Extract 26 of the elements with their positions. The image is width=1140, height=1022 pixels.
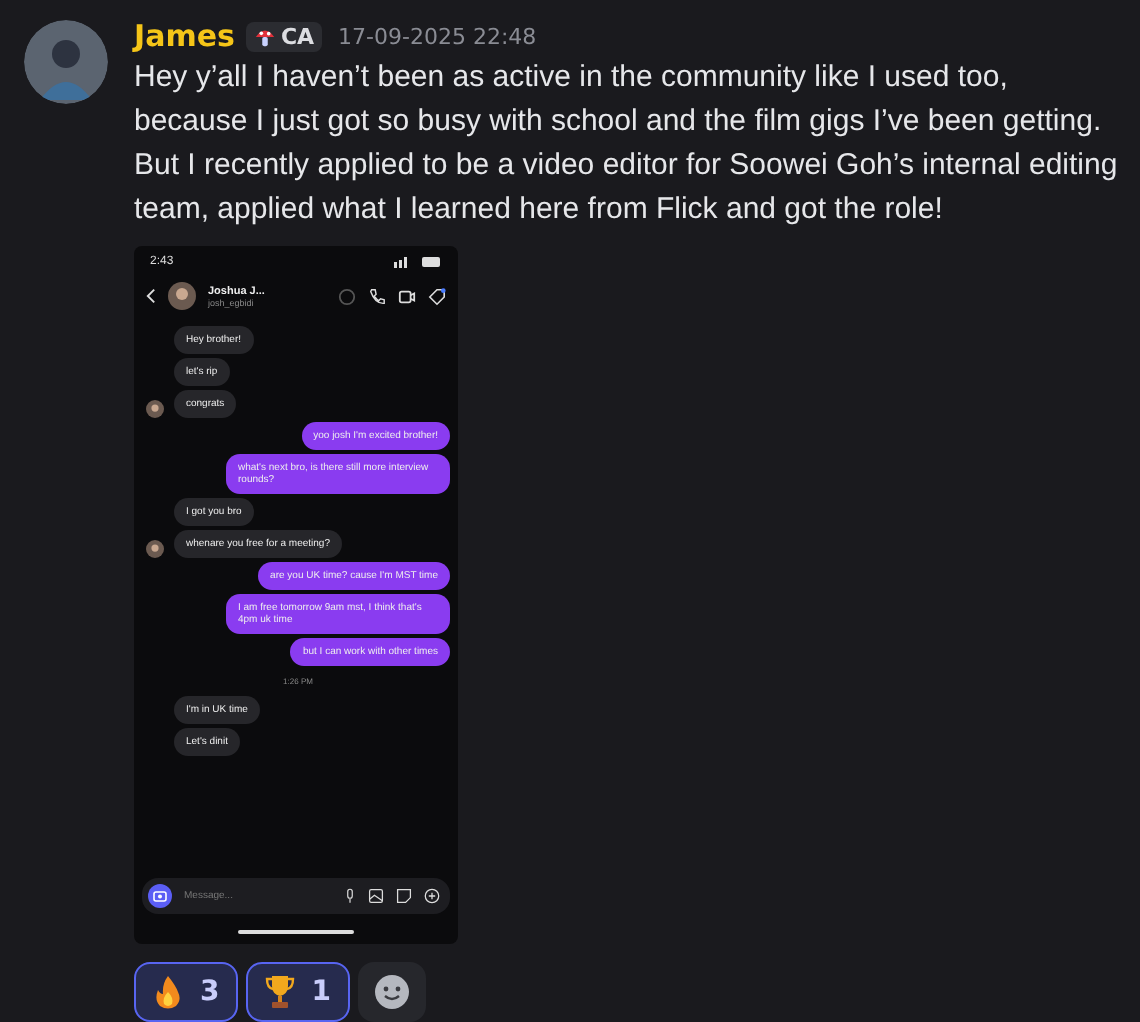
contact-avatar[interactable] (168, 282, 196, 310)
back-icon[interactable] (146, 288, 156, 304)
username[interactable]: James (134, 18, 235, 54)
fire-icon (152, 974, 184, 1010)
reaction-button[interactable]: 1 (245, 962, 349, 1022)
user-avatar[interactable] (24, 20, 108, 104)
sender-avatar (146, 540, 164, 558)
phone-icon[interactable] (368, 287, 386, 305)
role-badge[interactable]: CA (246, 21, 323, 51)
add-reaction-button[interactable] (357, 962, 425, 1022)
image-icon[interactable] (368, 888, 384, 904)
tag-icon[interactable] (428, 287, 446, 305)
camera-icon[interactable] (148, 884, 172, 908)
mushroom-icon (254, 25, 277, 47)
microphone-icon[interactable] (344, 888, 356, 904)
trophy-icon (263, 974, 296, 1010)
sender-avatar (146, 400, 164, 418)
reaction-button[interactable]: 3 (134, 962, 238, 1022)
video-icon[interactable] (398, 287, 416, 305)
smiley-icon (373, 974, 409, 1010)
message-text: Hey y’all I haven’t been as active in the community like I used too, because I just got so busy with school and the film gigs I’ve been getting. But I recently applied to be a video editor for Soowei Goh’s internal editing team, applied what I learned here from Flick and got the role! (134, 58, 1120, 230)
timestamp: 17-09-2025 22:48 (338, 23, 537, 49)
home-indicator (238, 930, 354, 934)
plus-icon[interactable] (424, 888, 440, 904)
sticker-icon[interactable] (396, 888, 412, 904)
battery-icon (394, 256, 442, 268)
